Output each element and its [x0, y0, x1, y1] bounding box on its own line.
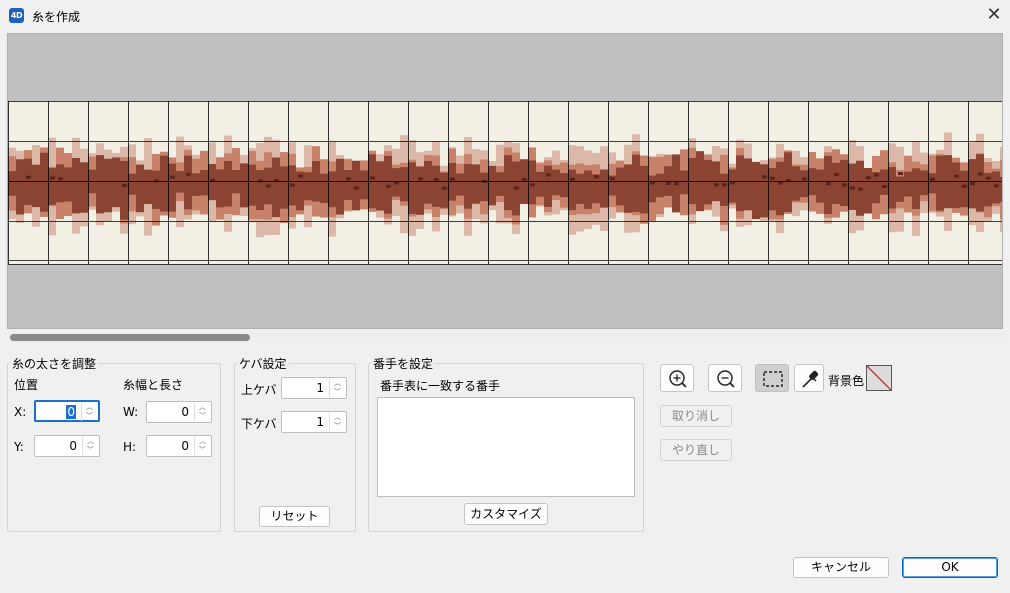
background-color-swatch[interactable]	[866, 365, 892, 391]
x-label: X:	[14, 405, 27, 419]
title-bar: 4D 糸を作成 ✕	[0, 0, 1010, 32]
upper-fuzz-stepper[interactable]: 1 ︿ ﹀	[281, 377, 347, 399]
eyedropper-icon	[802, 370, 819, 388]
x-stepper[interactable]: 0 ︿ ﹀	[34, 400, 100, 422]
size-label: 糸幅と長さ	[123, 378, 184, 392]
zoom-out-button[interactable]	[708, 364, 742, 392]
lower-fuzz-value: 1	[316, 415, 324, 429]
marquee-select-button[interactable]	[755, 364, 789, 392]
horizontal-scrollbar[interactable]	[8, 331, 1003, 343]
y-value: 0	[69, 439, 77, 453]
customize-button[interactable]: カスタマイズ	[464, 503, 548, 525]
stepper-arrows-icon[interactable]: ︿ ﹀	[194, 437, 210, 455]
thread-preview-canvas[interactable]	[7, 33, 1003, 329]
h-label: H:	[123, 440, 137, 454]
w-stepper[interactable]: 0 ︿ ﹀	[146, 401, 212, 423]
number-listbox[interactable]	[377, 397, 635, 497]
zoom-out-icon	[717, 370, 735, 388]
lower-fuzz-label: 下ケバ	[241, 417, 277, 431]
reset-button[interactable]: リセット	[259, 506, 330, 527]
no-color-icon	[866, 365, 892, 391]
stepper-arrows-icon[interactable]: ︿ ﹀	[329, 413, 345, 431]
undo-button[interactable]: 取り消し	[660, 405, 732, 427]
close-icon[interactable]: ✕	[982, 4, 1006, 28]
position-label: 位置	[14, 378, 39, 392]
y-stepper[interactable]: 0 ︿ ﹀	[34, 435, 100, 457]
h-value: 0	[181, 439, 189, 453]
y-label: Y:	[14, 440, 24, 454]
lower-fuzz-stepper[interactable]: 1 ︿ ﹀	[281, 411, 347, 433]
window-title: 糸を作成	[32, 10, 81, 24]
thread-image	[8, 34, 1002, 328]
scrollbar-thumb[interactable]	[10, 334, 250, 341]
number-match-label: 番手表に一致する番手	[380, 379, 501, 393]
thread-size-legend: 糸の太さを調整	[12, 357, 97, 371]
upper-fuzz-label: 上ケバ	[241, 383, 277, 397]
cancel-button[interactable]: キャンセル	[793, 557, 889, 578]
stepper-arrows-icon[interactable]: ︿ ﹀	[81, 403, 97, 421]
zoom-in-button[interactable]	[660, 364, 694, 392]
stepper-arrows-icon[interactable]: ︿ ﹀	[194, 403, 210, 421]
h-stepper[interactable]: 0 ︿ ﹀	[146, 435, 212, 457]
w-label: W:	[123, 405, 139, 419]
ok-button[interactable]: OK	[902, 557, 998, 578]
upper-fuzz-value: 1	[316, 381, 324, 395]
redo-button[interactable]: やり直し	[660, 439, 732, 461]
x-value: 0	[66, 405, 76, 419]
w-value: 0	[181, 405, 189, 419]
number-legend: 番手を設定	[373, 357, 434, 371]
stepper-arrows-icon[interactable]: ︿ ﹀	[82, 437, 98, 455]
marquee-select-icon	[763, 371, 783, 387]
background-color-label: 背景色	[828, 374, 865, 388]
fuzz-legend: ケバ設定	[239, 357, 287, 371]
app-icon: 4D	[9, 8, 24, 23]
stepper-arrows-icon[interactable]: ︿ ﹀	[329, 379, 345, 397]
eyedropper-button[interactable]	[794, 364, 824, 392]
zoom-in-icon	[669, 370, 687, 388]
